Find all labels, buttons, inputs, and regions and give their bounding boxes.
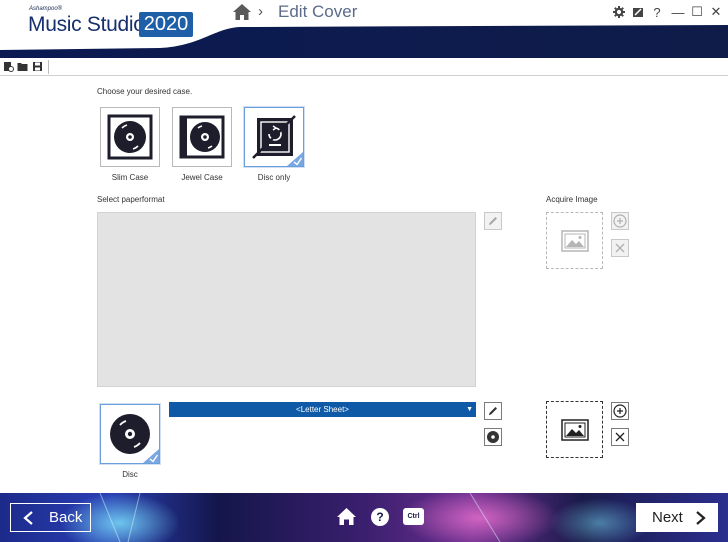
help-icon[interactable]: ?	[649, 4, 665, 20]
disc-small-icon	[487, 431, 499, 443]
acquire-image-heading: Acquire Image	[546, 195, 598, 204]
brand-year: 2020	[139, 12, 193, 37]
selected-check-icon	[287, 152, 303, 166]
toolbar-divider	[48, 60, 49, 74]
slim-case-option[interactable]	[100, 107, 160, 167]
brand-name: Music Studio	[28, 13, 145, 36]
disc-label: Disc	[122, 470, 138, 479]
add-cover-image-button[interactable]	[611, 212, 629, 230]
selected-check-icon	[143, 449, 159, 463]
home-icon[interactable]	[232, 3, 252, 21]
back-button-label: Back	[49, 509, 83, 526]
add-disc-image-button[interactable]	[611, 402, 629, 420]
jewel-case-icon	[179, 115, 225, 159]
back-button[interactable]: Back	[10, 503, 91, 532]
maximize-icon[interactable]: ☐	[689, 4, 705, 20]
gear-icon[interactable]	[611, 4, 627, 20]
cover-image-slot[interactable]	[546, 212, 603, 269]
page-title: Edit Cover	[278, 2, 358, 21]
paperformat-preview[interactable]	[97, 212, 476, 387]
edit-disc-button[interactable]	[484, 402, 502, 420]
paperformat-heading: Select paperformat	[97, 195, 165, 204]
open-folder-icon[interactable]	[17, 61, 28, 72]
chevron-right-icon	[696, 510, 706, 525]
remove-disc-image-button[interactable]	[611, 428, 629, 446]
disc-option[interactable]	[100, 404, 160, 464]
chevron-left-icon	[23, 510, 33, 525]
close-icon[interactable]: ✕	[708, 4, 724, 20]
case-heading: Choose your desired case.	[97, 87, 193, 96]
jewel-case-option[interactable]	[172, 107, 232, 167]
disc-image-slot[interactable]	[546, 401, 603, 458]
save-icon[interactable]	[32, 61, 43, 72]
pencil-icon	[489, 407, 497, 415]
brand-company: Ashampoo®	[29, 6, 63, 12]
disc-only-label: Disc only	[257, 173, 291, 182]
dropdown-arrow-icon: ▼	[466, 406, 473, 413]
export-icon[interactable]	[630, 4, 646, 20]
plus-circle-icon	[613, 214, 627, 228]
jewel-case-label: Jewel Case	[181, 173, 223, 182]
bottom-bar-background	[0, 493, 728, 542]
new-project-icon[interactable]	[3, 61, 14, 72]
image-placeholder-icon	[560, 418, 589, 441]
toolbar	[0, 58, 728, 76]
bottom-bar: Back ? Ctrl Next	[0, 493, 728, 542]
close-x-icon	[615, 243, 625, 253]
slim-case-label: Slim Case	[111, 173, 149, 182]
disc-only-option[interactable]	[244, 107, 304, 167]
sheet-format-value: <Letter Sheet>	[296, 405, 349, 414]
disc-settings-button[interactable]	[484, 428, 502, 446]
next-button-label: Next	[652, 509, 683, 526]
plus-circle-icon	[613, 404, 627, 418]
image-placeholder-icon	[560, 229, 589, 252]
next-button[interactable]: Next	[636, 503, 718, 532]
close-x-icon	[615, 432, 625, 442]
pencil-icon	[489, 217, 497, 225]
remove-cover-image-button[interactable]	[611, 239, 629, 257]
minimize-icon[interactable]: —	[670, 4, 686, 20]
help-icon[interactable]: ?	[371, 508, 389, 526]
keyboard-shortcuts-icon[interactable]: Ctrl	[403, 508, 424, 525]
edit-paperformat-button[interactable]	[484, 212, 502, 230]
breadcrumb-chevron: ›	[258, 3, 263, 20]
home-icon[interactable]	[336, 507, 357, 526]
title-bar: Ashampoo® Music Studio 2020 › Edit Cover…	[0, 0, 728, 58]
sheet-format-select[interactable]: <Letter Sheet> ▼	[169, 402, 476, 417]
slim-case-icon	[107, 114, 153, 160]
